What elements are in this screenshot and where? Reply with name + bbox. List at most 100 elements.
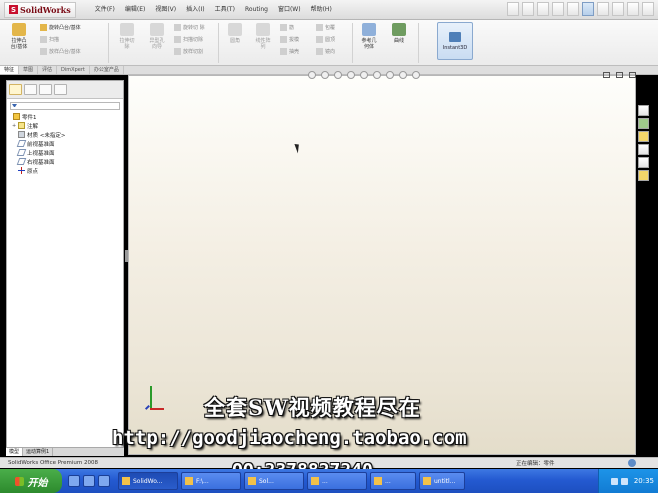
save-icon[interactable] [537,2,549,16]
loft-boss-button[interactable]: 放样凸台/基体 [40,48,81,55]
taskbar-task[interactable]: F:\... [181,472,241,490]
revolve-boss-button[interactable]: 旋转凸台/基体 [40,24,81,31]
tab-evaluate[interactable]: 评估 [38,66,58,74]
tab-motion-study[interactable]: 运动算例1 [23,448,54,456]
menu-tools[interactable]: 工具(T) [210,3,240,17]
tab-office-products[interactable]: 办公室产品 [90,66,124,74]
title-bar: S SolidWorks 文件(F) 编辑(E) 视图(V) 插入(I) 工具(… [0,0,658,20]
options-icon[interactable] [627,2,639,16]
dome-button[interactable]: 圆顶 [316,36,335,43]
solidworks-logo[interactable]: S SolidWorks [4,1,76,18]
mirror-button[interactable]: 镜向 [316,48,335,55]
menu-view[interactable]: 视图(V) [150,3,181,17]
search-icon[interactable] [638,144,649,155]
wrap-icon [316,24,323,31]
menu-window[interactable]: 窗口(W) [273,3,306,17]
feature-manager-tab-icon[interactable] [9,84,22,95]
previous-view-icon[interactable] [334,71,342,79]
undo-icon[interactable] [567,2,579,16]
file-properties-icon[interactable] [612,2,624,16]
menu-file[interactable]: 文件(F) [90,3,120,17]
zoom-to-fit-icon[interactable] [308,71,316,79]
section-view-icon[interactable] [347,71,355,79]
curves-button[interactable]: 曲线 [386,23,412,44]
open-icon[interactable] [522,2,534,16]
quick-launch-media-icon[interactable] [98,475,110,487]
tree-item-annotations[interactable]: + 注解 [7,121,123,130]
print-icon[interactable] [552,2,564,16]
quick-launch-browser-icon[interactable] [83,475,95,487]
tree-item-front-plane[interactable]: 前视基准面 [7,139,123,148]
menu-insert[interactable]: 插入(I) [181,3,209,17]
tree-item-origin[interactable]: 原点 [7,166,123,175]
swept-cut-button[interactable]: 扫描切除 [174,36,203,43]
hole-wizard-button[interactable]: 异型孔 向导 [144,23,170,50]
taskbar-task[interactable]: untitl... [419,472,465,490]
hide-show-items-icon[interactable] [386,71,394,79]
linear-pattern-button[interactable]: 线性阵 列 [250,23,276,50]
menu-routing[interactable]: Routing [240,3,273,17]
tree-item-label: 零件1 [22,114,37,121]
fillet-button[interactable]: 圆角 [222,23,248,44]
taskbar-task[interactable]: ... [307,472,367,490]
rebuild-icon[interactable] [597,2,609,16]
select-icon[interactable] [582,2,594,16]
draft-button[interactable]: 拔模 [280,36,299,43]
rib-button[interactable]: 筋 [280,24,294,31]
tree-item-right-plane[interactable]: 右视基准面 [7,157,123,166]
tree-item-part[interactable]: 零件1 [7,112,123,121]
revolve-boss-label: 旋转凸台/基体 [49,25,81,31]
app-icon [248,477,256,485]
view-orientation-icon[interactable] [360,71,368,79]
volume-icon[interactable] [620,477,628,485]
tree-expander[interactable]: + [12,123,17,129]
tab-features[interactable]: 特征 [0,66,20,74]
quick-launch-desktop-icon[interactable] [68,475,80,487]
display-style-icon[interactable] [373,71,381,79]
appearances-icon[interactable] [638,170,649,181]
extruded-cut-button[interactable]: 拉伸切 除 [114,23,140,50]
close-icon[interactable] [629,72,636,78]
help-icon[interactable] [628,459,636,467]
help-icon[interactable] [642,2,654,16]
reference-geometry-button[interactable]: 参考几 何体 [356,23,382,50]
new-document-icon[interactable] [507,2,519,16]
start-button[interactable]: 开始 [0,469,62,493]
solidworks-resources-icon[interactable] [638,105,649,116]
network-icon[interactable] [610,477,618,485]
menu-help[interactable]: 帮助(H) [306,3,337,17]
sweep-button[interactable]: 扫描 [40,36,59,43]
revolved-cut-button[interactable]: 旋转切 除 [174,24,205,31]
tab-sketch[interactable]: 草图 [19,66,39,74]
property-manager-tab-icon[interactable] [24,84,37,95]
tree-item-material[interactable]: 材质 <未指定> [7,130,123,139]
edit-status: 正在编辑：零件 [516,461,555,467]
instant3d-button[interactable]: Instant3D [437,22,473,60]
menu-edit[interactable]: 编辑(E) [120,3,150,17]
view-palette-icon[interactable] [638,157,649,168]
taskbar-task[interactable]: Sol... [244,472,304,490]
restore-icon[interactable] [616,72,623,78]
tab-dimxpert[interactable]: DimXpert [57,66,90,74]
taskbar-task[interactable]: ... [370,472,416,490]
edit-appearance-icon[interactable] [399,71,407,79]
file-explorer-icon[interactable] [638,131,649,142]
shell-button[interactable]: 抽壳 [280,48,299,55]
dimxpert-manager-tab-icon[interactable] [54,84,67,95]
extrude-boss-button[interactable]: 拉伸凸 台/基体 [6,23,32,50]
document-window-controls [603,72,636,78]
apply-scene-icon[interactable] [412,71,420,79]
tab-model[interactable]: 模型 [6,448,24,456]
zoom-to-area-icon[interactable] [321,71,329,79]
task-label: ... [385,477,391,485]
extrude-icon [12,23,26,36]
task-label: Sol... [259,477,274,485]
taskbar-task[interactable]: SolidWo... [118,472,178,490]
configuration-manager-tab-icon[interactable] [39,84,52,95]
minimize-icon[interactable] [603,72,610,78]
design-library-icon[interactable] [638,118,649,129]
tree-item-top-plane[interactable]: 上视基准面 [7,148,123,157]
feature-filter-input[interactable] [10,102,120,110]
wrap-button[interactable]: 包覆 [316,24,335,31]
lofted-cut-button[interactable]: 放样切割 [174,48,203,55]
